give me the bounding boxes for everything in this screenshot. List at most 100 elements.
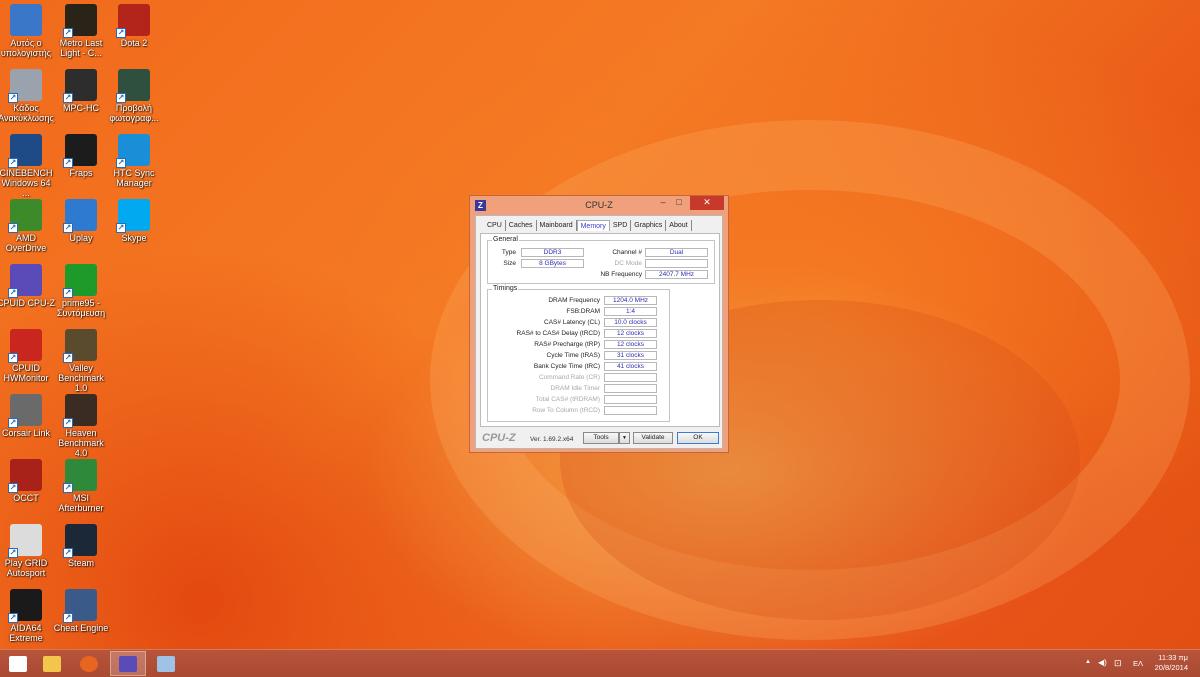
taskbar-button[interactable] [148, 651, 184, 676]
amd-overdrive-icon: ↗ [8, 199, 42, 233]
timing-value: 1204.0 MHz [604, 296, 657, 305]
size-value: 8 GBytes [521, 259, 584, 268]
timing-label: CAS# Latency (CL) [544, 319, 600, 326]
shortcut-arrow-icon: ↗ [63, 613, 73, 623]
desktop-shortcut-label: Heaven Benchmark 4.0 [58, 428, 104, 458]
htc-sync-icon: ↗ [116, 134, 150, 168]
input-language-indicator[interactable]: ΕΛ [1133, 659, 1143, 668]
desktop-shortcut[interactable]: ↗ AIDA64 Extreme [0, 589, 55, 643]
cpuz-window[interactable]: Z CPU-Z – □ ✕ CPU Caches Mainboard Memory SP… [469, 195, 729, 453]
desktop-shortcut-label: CPUID HWMonitor [3, 363, 49, 383]
tab-spd[interactable]: SPD [610, 220, 632, 231]
taskbar-button[interactable] [110, 651, 146, 676]
network-icon[interactable]: ⊡ [1114, 658, 1122, 669]
volume-icon[interactable]: ◀) [1098, 658, 1107, 667]
timing-label: RAS# to CAS# Delay (tRCD) [516, 330, 600, 337]
tab-about[interactable]: About [666, 220, 692, 231]
cpuz-taskbar-icon [119, 655, 137, 672]
timing-value: 1:4 [604, 307, 657, 316]
shortcut-arrow-icon: ↗ [63, 548, 73, 558]
desktop-shortcut[interactable]: ↗ Uplay [52, 199, 110, 243]
cpuz-icon: ↗ [8, 264, 42, 298]
shortcut-arrow-icon: ↗ [63, 223, 73, 233]
desktop-shortcut[interactable]: ↗ OCCT [0, 459, 55, 503]
validate-button[interactable]: Validate [633, 432, 673, 444]
paint-icon [157, 655, 175, 672]
clock-time: 11:33 πμ [1158, 653, 1188, 662]
shortcut-arrow-icon: ↗ [63, 483, 73, 493]
shortcut-arrow-icon: ↗ [8, 483, 18, 493]
close-button[interactable]: ✕ [690, 196, 724, 210]
system-tray: ▲ ◀) ⊡ ΕΛ [1080, 650, 1150, 677]
tab-cpu[interactable]: CPU [484, 220, 506, 231]
desktop-shortcut[interactable]: ↗ MPC-HC [52, 69, 110, 113]
shortcut-arrow-icon: ↗ [63, 28, 73, 38]
show-hidden-icons-chevron-icon[interactable]: ▲ [1085, 659, 1091, 665]
mpc-hc-icon: ↗ [63, 69, 97, 103]
start-windows-icon [9, 655, 27, 672]
timing-value: 12 clocks [604, 340, 657, 349]
heaven-icon: ↗ [63, 394, 97, 428]
taskbar-button[interactable] [34, 651, 70, 676]
desktop-shortcut[interactable]: ↗ CPUID CPU-Z [0, 264, 55, 308]
desktop-shortcut[interactable]: ↗ Valley Benchmark 1.0 [52, 329, 110, 393]
tab-caches[interactable]: Caches [506, 220, 537, 231]
grid-autosport-icon: ↗ [8, 524, 42, 558]
shortcut-arrow-icon: ↗ [116, 158, 126, 168]
general-legend: General [492, 236, 519, 244]
tab-mainboard[interactable]: Mainboard [537, 220, 577, 231]
timing-value: 10.0 clocks [604, 318, 657, 327]
title-bar[interactable]: Z CPU-Z – □ ✕ [470, 196, 728, 214]
dc-mode-label: DC Mode [614, 260, 642, 267]
desktop-shortcut[interactable]: ↗ CINEBENCH Windows 64 ... [0, 134, 55, 198]
desktop-shortcut[interactable]: ↗ MSI Afterburner [52, 459, 110, 513]
desktop-shortcut[interactable]: ↗ CPUID HWMonitor [0, 329, 55, 383]
timing-label: Row To Column (tRCD) [532, 407, 600, 414]
desktop-shortcut[interactable]: ↗ Προβολή φωτογραφ... [105, 69, 163, 123]
tools-dropdown-button[interactable]: ▼ [619, 432, 630, 444]
desktop-shortcut[interactable]: ↗ Skype [105, 199, 163, 243]
shortcut-arrow-icon: ↗ [8, 548, 18, 558]
file-explorer-icon [43, 655, 61, 672]
desktop-shortcut[interactable]: ↗ Play GRID Autosport [0, 524, 55, 578]
dc-mode-value [645, 259, 708, 268]
desktop-shortcut[interactable]: ↗ Κάδος Ανακύκλωσης [0, 69, 55, 123]
desktop-shortcut[interactable]: ↗ Heaven Benchmark 4.0 [52, 394, 110, 458]
taskbar-button[interactable] [0, 651, 36, 676]
minimize-button[interactable]: – [656, 196, 670, 210]
desktop-shortcut[interactable]: ↗ Cheat Engine [52, 589, 110, 633]
desktop-shortcut[interactable]: ↗ prime95 - Συντόμευση [52, 264, 110, 318]
desktop-shortcut-label: prime95 - Συντόμευση [56, 298, 106, 318]
desktop-shortcut[interactable]: ↗ Corsair Link [0, 394, 55, 438]
window-client: CPU Caches Mainboard Memory SPD Graphics About… [475, 215, 723, 449]
corsair-link-icon: ↗ [8, 394, 42, 428]
shortcut-arrow-icon: ↗ [63, 418, 73, 428]
tools-button[interactable]: Tools [583, 432, 619, 444]
shortcut-arrow-icon: ↗ [63, 288, 73, 298]
timing-value [604, 384, 657, 393]
desktop-shortcut-label: Corsair Link [1, 428, 50, 438]
desktop-shortcut[interactable]: ↗ Dota 2 [105, 4, 163, 48]
msi-afterburner-icon: ↗ [63, 459, 97, 493]
desktop-shortcut[interactable]: ↗ AMD OverDrive [0, 199, 55, 253]
maximize-button[interactable]: □ [672, 196, 686, 210]
shortcut-arrow-icon: ↗ [8, 418, 18, 428]
shortcut-arrow-icon: ↗ [116, 28, 126, 38]
taskbar-clock[interactable]: 11:33 πμ 20/8/2014 [1155, 653, 1188, 673]
desktop-shortcut[interactable]: ↗ HTC Sync Manager [105, 134, 163, 188]
nb-frequency-value: 2407.7 MHz [645, 270, 708, 279]
ok-button[interactable]: OK [677, 432, 719, 444]
tab-memory[interactable]: Memory [576, 220, 610, 231]
desktop-shortcut-label: CPUID CPU-Z [0, 298, 55, 308]
desktop-shortcut[interactable]: ↗ Metro Last Light - C... [52, 4, 110, 58]
shortcut-arrow-icon: ↗ [116, 223, 126, 233]
photo-viewer-icon: ↗ [116, 69, 150, 103]
desktop-shortcut[interactable]: ↗ Fraps [52, 134, 110, 178]
desktop-shortcut-label: Skype [121, 233, 147, 243]
taskbar-button[interactable] [71, 651, 107, 676]
steam-icon: ↗ [63, 524, 97, 558]
desktop-shortcut[interactable]: ↗ Steam [52, 524, 110, 568]
desktop-shortcut-label: Valley Benchmark 1.0 [58, 363, 104, 393]
tab-graphics[interactable]: Graphics [631, 220, 667, 231]
desktop-shortcut[interactable]: Αυτός ο υπολογιστής [0, 4, 55, 58]
